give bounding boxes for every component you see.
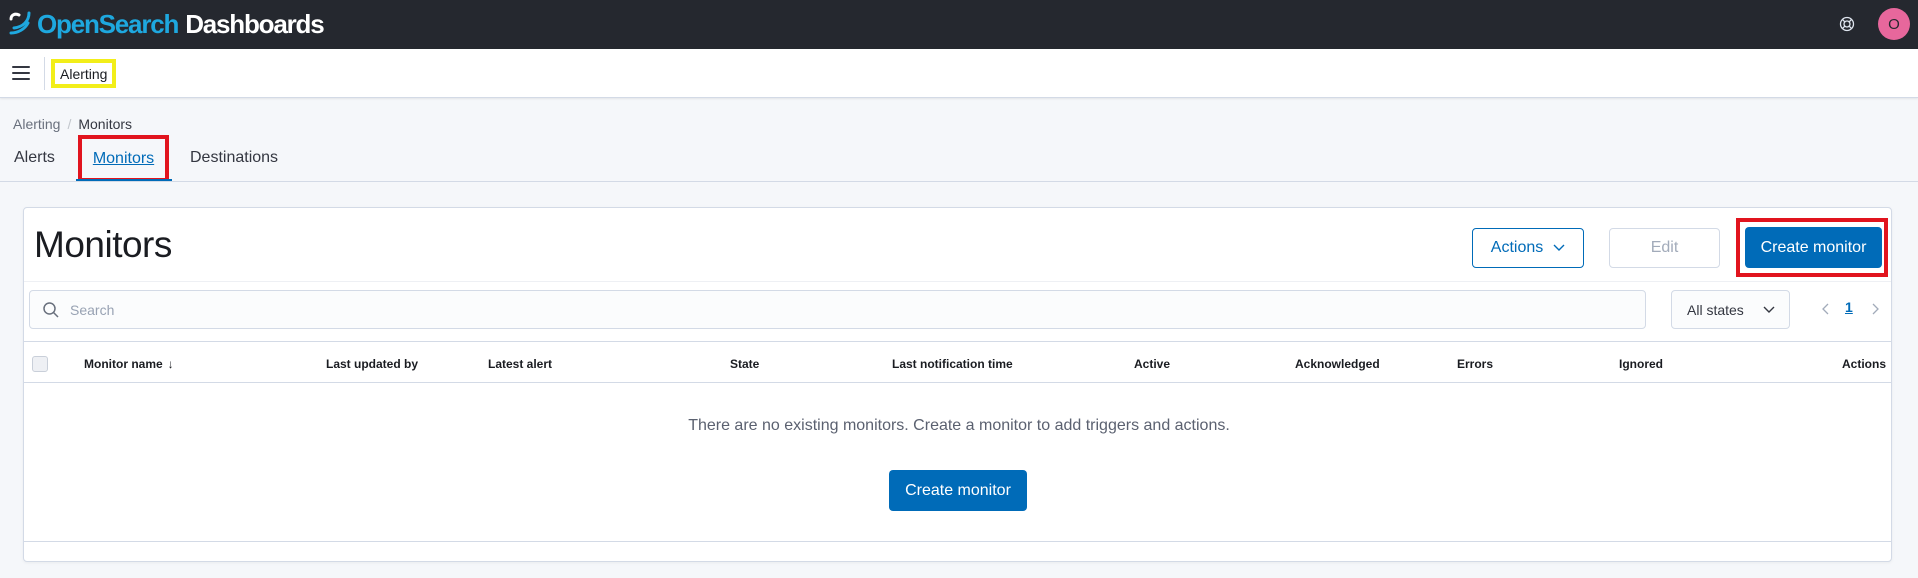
help-lifebuoy-icon xyxy=(1839,16,1855,32)
search-icon xyxy=(43,301,59,318)
column-header-state[interactable]: State xyxy=(730,357,759,371)
chevron-down-icon xyxy=(1763,306,1775,313)
column-header-errors[interactable]: Errors xyxy=(1457,357,1493,371)
chevron-down-icon xyxy=(1553,244,1565,251)
logo-dashboards-text: Dashboards xyxy=(185,9,324,39)
edit-button[interactable]: Edit xyxy=(1609,228,1720,268)
table-footer-divider xyxy=(24,541,1891,542)
breadcrumb-item-alerting[interactable]: Alerting xyxy=(13,116,60,132)
search-input[interactable] xyxy=(70,301,1570,318)
tab-destinations[interactable]: Destinations xyxy=(190,146,278,170)
sort-arrow-down-icon: ↓ xyxy=(167,357,174,371)
hamburger-menu-button[interactable] xyxy=(10,63,32,83)
column-header-latest-alert[interactable]: Latest alert xyxy=(488,357,552,371)
actions-dropdown-button[interactable]: Actions xyxy=(1472,228,1584,268)
pagination-prev-icon[interactable] xyxy=(1818,300,1834,318)
menu-line xyxy=(12,66,30,68)
tab-alerts[interactable]: Alerts xyxy=(14,146,55,170)
opensearch-mark-icon xyxy=(9,11,31,35)
panel-header-divider xyxy=(24,281,1891,282)
column-header-active[interactable]: Active xyxy=(1134,357,1170,371)
column-header-last-notification-time[interactable]: Last notification time xyxy=(892,357,1013,371)
tab-monitors[interactable]: Monitors xyxy=(78,135,169,182)
state-filter-value: All states xyxy=(1687,301,1744,318)
column-header-monitor-name[interactable]: Monitor name ↓ xyxy=(84,357,174,371)
app-breadcrumb-alerting[interactable]: Alerting xyxy=(51,59,117,88)
pagination-page-1[interactable]: 1 xyxy=(1845,299,1853,315)
column-label: Monitor name xyxy=(84,357,163,371)
header-divider xyxy=(44,57,45,90)
column-header-ignored[interactable]: Ignored xyxy=(1619,357,1663,371)
breadcrumb: Alerting / Monitors xyxy=(13,116,132,132)
logo-wordmark: OpenSearch Dashboards xyxy=(37,9,325,39)
page-title: Monitors xyxy=(34,224,172,265)
logo-search-text: Search xyxy=(98,9,180,39)
menu-line xyxy=(12,72,30,74)
empty-state-create-monitor-button[interactable]: Create monitor xyxy=(889,470,1027,511)
tabs-divider xyxy=(0,181,1918,182)
pagination-next-icon[interactable] xyxy=(1867,300,1883,318)
logo-open-text: Open xyxy=(37,9,100,39)
top-header: OpenSearch Dashboards O xyxy=(0,0,1918,49)
opensearch-logo[interactable]: OpenSearch Dashboards xyxy=(8,9,325,39)
select-all-checkbox[interactable] xyxy=(32,356,48,372)
column-header-acknowledged[interactable]: Acknowledged xyxy=(1295,357,1380,371)
actions-label: Actions xyxy=(1490,239,1544,256)
column-header-last-updated-by[interactable]: Last updated by xyxy=(326,357,418,371)
column-header-actions: Actions xyxy=(1842,357,1887,371)
breadcrumb-separator: / xyxy=(67,116,72,132)
breadcrumb-item-monitors: Monitors xyxy=(78,116,133,132)
app-subheader: Alerting xyxy=(0,49,1918,98)
help-button[interactable] xyxy=(1836,13,1858,35)
search-field[interactable] xyxy=(29,290,1646,329)
state-filter-select[interactable]: All states xyxy=(1671,290,1790,329)
empty-state-message: There are no existing monitors. Create a… xyxy=(688,417,1230,434)
user-avatar[interactable]: O xyxy=(1878,8,1910,40)
create-monitor-button[interactable]: Create monitor xyxy=(1745,227,1882,268)
menu-line xyxy=(12,78,30,80)
